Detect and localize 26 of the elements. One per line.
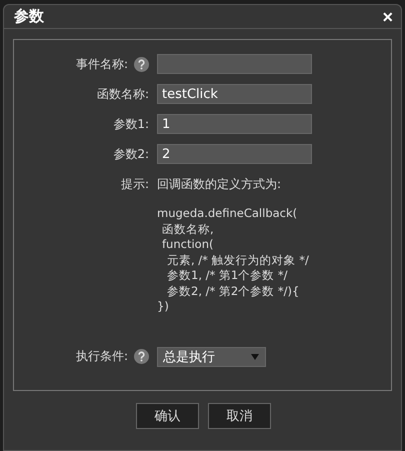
code-line: mugeda.defineCallback(	[157, 206, 298, 222]
help-icon[interactable]	[134, 56, 149, 72]
input-field[interactable]: 2	[157, 144, 312, 164]
caret-icon	[251, 354, 259, 360]
dialog-title: 参数	[14, 7, 44, 26]
cancel-button[interactable]: 取消	[208, 403, 271, 429]
condition-dropdown[interactable]: 总是执行	[157, 346, 266, 366]
code-line: 元素, /* 触发行为的对象 */	[166, 252, 310, 268]
input-field[interactable]: testClick	[157, 84, 312, 104]
code-line: 函数名称,	[161, 222, 215, 237]
field-label: 参数1:	[113, 116, 149, 132]
field-label: 参数2:	[113, 146, 149, 162]
help-icon[interactable]	[134, 349, 149, 364]
close-button[interactable]: ×	[380, 8, 395, 26]
code-line: })	[157, 299, 170, 314]
confirm-button[interactable]: 确认	[136, 403, 199, 429]
field-label: 事件名称:	[76, 56, 128, 72]
code-line: 参数2, /* 第2个参数 */){	[166, 284, 300, 299]
code-line: function(	[161, 237, 214, 252]
input-field[interactable]: 1	[157, 114, 312, 134]
field-label: 函数名称:	[96, 86, 149, 102]
code-line: 参数1, /* 第1个参数 */	[166, 268, 289, 284]
input-field[interactable]	[157, 54, 312, 74]
hint-text: 回调函数的定义方式为:	[157, 176, 282, 193]
condition-label: 执行条件:	[76, 348, 128, 365]
hint-label: 提示:	[120, 176, 149, 193]
